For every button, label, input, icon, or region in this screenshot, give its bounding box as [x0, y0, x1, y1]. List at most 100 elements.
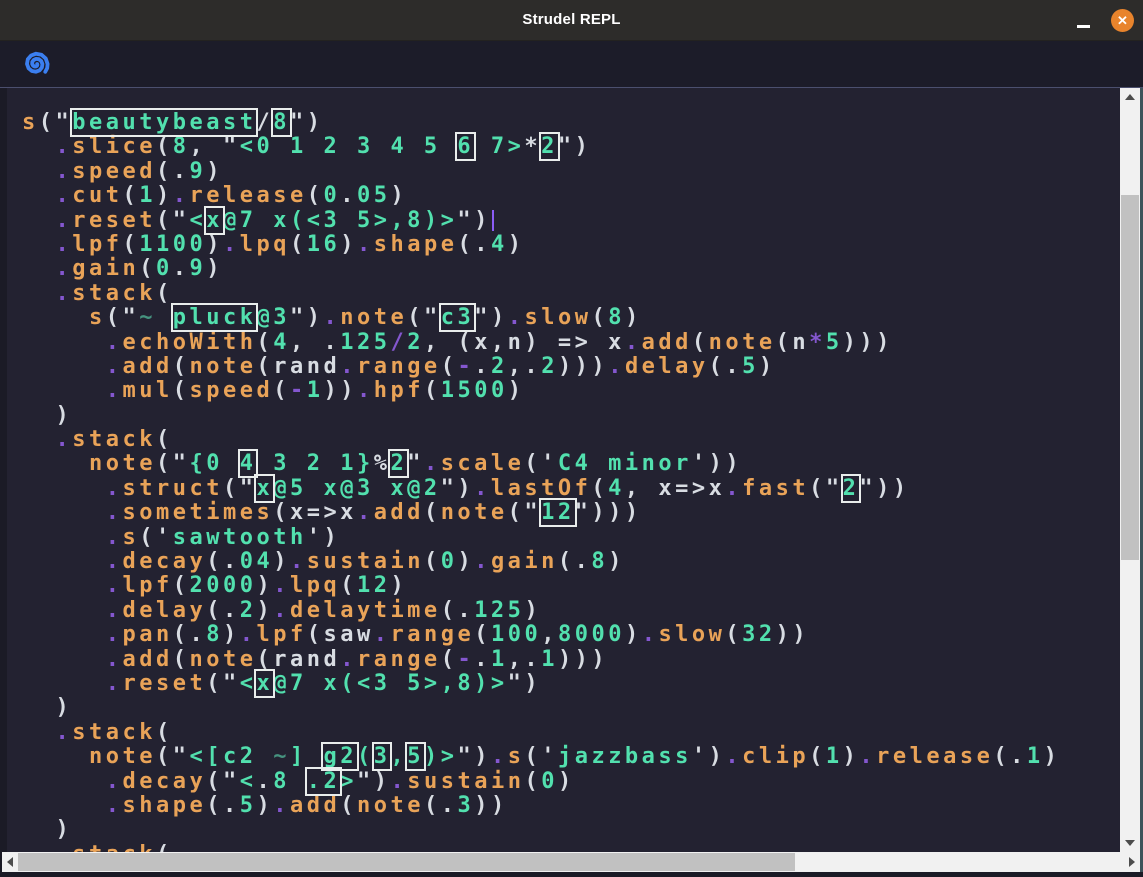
- code-token: )): [776, 622, 810, 647]
- code-token: delaytime: [290, 598, 441, 623]
- code-token: (: [139, 256, 156, 281]
- code-editor[interactable]: s("beautybeast/8") .slice(8, "<0 1 2 3 4…: [0, 88, 1143, 877]
- active-token-highlight: beautybeast: [72, 110, 256, 135]
- minimize-button[interactable]: [1069, 0, 1097, 40]
- active-token-highlight: 8: [273, 110, 290, 135]
- code-token: [22, 842, 56, 852]
- vertical-scroll-thumb[interactable]: [1121, 195, 1139, 560]
- scroll-right-arrow-icon[interactable]: [1129, 857, 1135, 867]
- code-line[interactable]: .struct("x@5 x@3 x@2").lastOf(4, x=>x.fa…: [22, 477, 1120, 501]
- code-line[interactable]: .lpf(1100).lpq(16).shape(.4): [22, 233, 1120, 257]
- code-token: sustain: [407, 769, 524, 794]
- code-token: echoWith: [122, 330, 256, 355]
- code-line[interactable]: ): [22, 818, 1120, 842]
- code-line[interactable]: .add(note(rand.range(-.1,.1))): [22, 648, 1120, 672]
- scroll-down-arrow-icon[interactable]: [1125, 840, 1135, 846]
- code-line[interactable]: .delay(.2).delaytime(.125): [22, 599, 1120, 623]
- code-line[interactable]: .mul(speed(-1)).hpf(1500): [22, 379, 1120, 403]
- close-button[interactable]: ✕: [1111, 9, 1134, 32]
- code-line[interactable]: .gain(0.9): [22, 257, 1120, 281]
- code-line[interactable]: .stack(: [22, 282, 1120, 306]
- code-line[interactable]: note("{0 4 3 2 1}%2".scale('C4 minor')): [22, 452, 1120, 476]
- code-line[interactable]: note("<[c2 ~] g2(3,5)>").s('jazzbass').c…: [22, 745, 1120, 769]
- code-line[interactable]: .shape(.5).add(note(.3)): [22, 794, 1120, 818]
- code-token: [22, 671, 106, 696]
- code-token: (': [139, 525, 173, 550]
- code-token: speed: [72, 159, 156, 184]
- code-line[interactable]: .reset("<x@7 x(<3 5>,8)>"): [22, 209, 1120, 233]
- code-token: reset: [122, 671, 206, 696]
- code-token: (.: [206, 549, 240, 574]
- code-token: sometimes: [122, 500, 273, 525]
- code-token: ): [206, 232, 223, 257]
- vertical-scrollbar[interactable]: [1120, 88, 1140, 852]
- code-token: <: [189, 208, 206, 233]
- code-line[interactable]: .cut(1).release(0.05): [22, 184, 1120, 208]
- code-token: .: [273, 598, 290, 623]
- code-line[interactable]: .s('sawtooth'): [22, 526, 1120, 550]
- code-token: "): [558, 134, 592, 159]
- code-token: [22, 159, 56, 184]
- scroll-left-arrow-icon[interactable]: [7, 857, 13, 867]
- code-token: note: [89, 451, 156, 476]
- code-token: struct: [122, 476, 222, 501]
- code-line[interactable]: .sometimes(x=>x.add(note("12"))): [22, 501, 1120, 525]
- code-line[interactable]: .stack(: [22, 843, 1120, 852]
- code-token: .: [859, 744, 876, 769]
- code-token: )>: [424, 744, 458, 769]
- code-line[interactable]: .pan(.8).lpf(saw.range(100,8000).slow(32…: [22, 623, 1120, 647]
- code-token: range: [357, 354, 441, 379]
- code-line[interactable]: .stack(: [22, 721, 1120, 745]
- code-token: (: [173, 647, 190, 672]
- code-line[interactable]: .decay(.04).sustain(0).gain(.8): [22, 550, 1120, 574]
- code-token: [22, 134, 56, 159]
- code-token: "): [474, 305, 508, 330]
- code-token: (": [156, 208, 190, 233]
- code-token: .: [56, 208, 73, 233]
- code-token: .: [56, 427, 73, 452]
- code-line[interactable]: .lpf(2000).lpq(12): [22, 574, 1120, 598]
- code-token: 8: [206, 622, 223, 647]
- code-token: clip: [742, 744, 809, 769]
- code-token: ,.: [508, 647, 542, 672]
- code-token: [22, 500, 106, 525]
- code-token: 1: [139, 183, 156, 208]
- code-token: .: [390, 769, 407, 794]
- code-token: (.: [441, 598, 475, 623]
- code-line[interactable]: .slice(8, "<0 1 2 3 4 5 6 7>*2"): [22, 135, 1120, 159]
- code-token: (": [223, 476, 257, 501]
- strudel-repl-window: { "window": { "title": "Strudel REPL", "…: [0, 0, 1143, 877]
- code-token: .: [474, 476, 491, 501]
- code-line[interactable]: s("beautybeast/8"): [22, 111, 1120, 135]
- scroll-up-arrow-icon[interactable]: [1125, 94, 1135, 100]
- horizontal-scrollbar[interactable]: [2, 852, 1140, 872]
- strudel-logo[interactable]: [21, 49, 51, 79]
- code-line[interactable]: .reset("<x@7 x(<3 5>,8)>"): [22, 672, 1120, 696]
- code-line[interactable]: .speed(.9): [22, 160, 1120, 184]
- code-line[interactable]: .stack(: [22, 428, 1120, 452]
- code-token: .: [424, 451, 441, 476]
- active-token-highlight: c3: [441, 305, 475, 330]
- code-token: ": [407, 451, 424, 476]
- code-token: jazzbass: [558, 744, 692, 769]
- code-line[interactable]: ): [22, 404, 1120, 428]
- code-line[interactable]: .echoWith(4, .125/2, (x,n) => x.add(note…: [22, 331, 1120, 355]
- code-token: , (x,n) => x: [424, 330, 625, 355]
- code-token: .: [106, 647, 123, 672]
- code-line[interactable]: s("~ pluck@3").note("c3").slow(8): [22, 306, 1120, 330]
- code-line[interactable]: .add(note(rand.range(-.2,.2))).delay(.5): [22, 355, 1120, 379]
- code-token: 2: [491, 354, 508, 379]
- horizontal-scroll-thumb[interactable]: [18, 853, 795, 871]
- code-token: sustain: [307, 549, 424, 574]
- code-token: ')): [692, 451, 742, 476]
- code-token: (: [340, 573, 357, 598]
- code-area[interactable]: s("beautybeast/8") .slice(8, "<0 1 2 3 4…: [7, 88, 1120, 852]
- code-token: .: [56, 720, 73, 745]
- code-token: '): [307, 525, 341, 550]
- code-token: ): [625, 622, 642, 647]
- active-token-highlight: g2: [323, 744, 357, 769]
- code-line[interactable]: ): [22, 696, 1120, 720]
- code-token: 100: [491, 622, 541, 647]
- active-token-highlight: 6: [457, 134, 474, 159]
- code-line[interactable]: .decay("<.8 .2>").sustain(0): [22, 770, 1120, 794]
